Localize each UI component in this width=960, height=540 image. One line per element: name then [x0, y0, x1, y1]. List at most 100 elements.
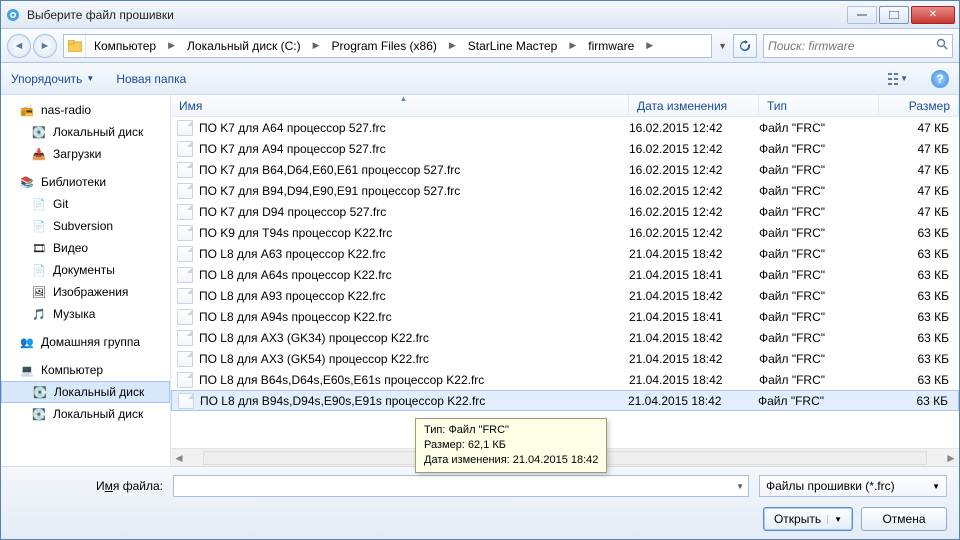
file-row[interactable]: ПО K7 для D94 процессор 527.frc16.02.201… [171, 201, 959, 222]
sidebar-item[interactable]: 💽Локальный диск [1, 121, 170, 143]
filename-input[interactable] [178, 479, 736, 493]
filter-text: Файлы прошивки (*.frc) [766, 479, 895, 493]
file-name: ПО L8 для B94s,D94s,E90s,E91s процессор … [200, 394, 485, 408]
close-button[interactable]: ✕ [911, 6, 955, 24]
sidebar-item-label: Локальный диск [54, 385, 144, 399]
file-date: 21.04.2015 18:42 [629, 352, 759, 366]
history-dropdown-icon[interactable]: ▼ [718, 41, 727, 51]
organize-menu[interactable]: Упорядочить ▼ [11, 72, 94, 86]
folder-icon: 💻 [19, 362, 35, 378]
file-row[interactable]: ПО K7 для B64,D64,E60,E61 процессор 527.… [171, 159, 959, 180]
file-row[interactable]: ПО L8 для A93 процессор K22.frc21.04.201… [171, 285, 959, 306]
file-size: 47 КБ [879, 121, 959, 135]
file-row[interactable]: ПО L8 для AX3 (GK34) процессор K22.frc21… [171, 327, 959, 348]
maximize-button[interactable] [879, 6, 909, 24]
nav-back-button[interactable]: ◄ [7, 34, 31, 58]
file-size: 63 КБ [879, 331, 959, 345]
open-button[interactable]: Открыть▼ [763, 507, 853, 531]
sidebar-item[interactable]: 📄Subversion [1, 215, 170, 237]
file-type: Файл "FRC" [759, 142, 879, 156]
breadcrumb-segment[interactable]: firmware [580, 35, 642, 57]
sidebar-item[interactable]: 📄Документы [1, 259, 170, 281]
filetype-filter[interactable]: Файлы прошивки (*.frc) ▼ [759, 475, 947, 497]
scroll-left-icon[interactable]: ◄ [171, 451, 187, 465]
sidebar-item[interactable]: 💻Компьютер [1, 359, 170, 381]
chevron-right-icon[interactable]: ▶ [445, 40, 460, 51]
file-date: 16.02.2015 12:42 [629, 142, 759, 156]
folder-icon: 📄 [31, 196, 47, 212]
breadcrumb-segment[interactable]: Компьютер [86, 35, 164, 57]
breadcrumb-segment[interactable]: Program Files (x86) [324, 35, 445, 57]
sidebar-item[interactable]: 📻nas-radio [1, 99, 170, 121]
search-icon [936, 38, 948, 53]
file-size: 63 КБ [879, 226, 959, 240]
file-row[interactable]: ПО L8 для B94s,D94s,E90s,E91s процессор … [171, 390, 959, 411]
file-name: ПО L8 для AX3 (GK34) процессор K22.frc [199, 331, 429, 345]
sidebar-item[interactable]: 🎵Музыка [1, 303, 170, 325]
file-date: 21.04.2015 18:42 [629, 373, 759, 387]
file-icon [177, 225, 193, 241]
open-split-icon[interactable]: ▼ [827, 515, 842, 524]
new-folder-button[interactable]: Новая папка [116, 72, 186, 86]
file-list[interactable]: ПО K7 для A64 процессор 527.frc16.02.201… [171, 117, 959, 448]
breadcrumb-segment[interactable]: StarLine Мастер [460, 35, 566, 57]
file-row[interactable]: ПО K7 для A94 процессор 527.frc16.02.201… [171, 138, 959, 159]
tooltip-size: Размер: 62,1 КБ [424, 438, 598, 453]
minimize-button[interactable] [847, 6, 877, 24]
file-row[interactable]: ПО L8 для A64s процессор K22.frc21.04.20… [171, 264, 959, 285]
chevron-right-icon[interactable]: ▶ [309, 40, 324, 51]
breadcrumb[interactable]: Компьютер▶Локальный диск (C:)▶Program Fi… [63, 34, 712, 58]
search-input[interactable] [768, 39, 936, 53]
scroll-right-icon[interactable]: ► [943, 451, 959, 465]
file-size: 47 КБ [879, 142, 959, 156]
dialog-bottom: Имя файла: ▼ Файлы прошивки (*.frc) ▼ От… [1, 466, 959, 539]
sidebar-item[interactable]: 👥Домашняя группа [1, 331, 170, 353]
file-name: ПО K7 для B94,D94,E90,E91 процессор 527.… [199, 184, 460, 198]
file-row[interactable]: ПО L8 для A63 процессор K22.frc21.04.201… [171, 243, 959, 264]
chevron-right-icon[interactable]: ▶ [565, 40, 580, 51]
file-type: Файл "FRC" [759, 310, 879, 324]
view-menu-icon[interactable]: ▼ [887, 68, 909, 90]
filename-dropdown-icon[interactable]: ▼ [736, 482, 744, 491]
file-name: ПО L8 для A94s процессор K22.frc [199, 310, 392, 324]
help-icon[interactable]: ? [931, 70, 949, 88]
nav-forward-button[interactable]: ► [33, 34, 57, 58]
chevron-right-icon[interactable]: ▶ [164, 40, 179, 51]
refresh-button[interactable] [733, 34, 757, 58]
file-row[interactable]: ПО K9 для T94s процессор K22.frc16.02.20… [171, 222, 959, 243]
filter-dropdown-icon: ▼ [932, 482, 940, 491]
file-name: ПО L8 для AX3 (GK54) процессор K22.frc [199, 352, 429, 366]
column-size[interactable]: Размер [879, 95, 959, 116]
cancel-button[interactable]: Отмена [861, 507, 947, 531]
sidebar-item[interactable]: 🖼Изображения [1, 281, 170, 303]
file-row[interactable]: ПО L8 для AX3 (GK54) процессор K22.frc 21… [171, 348, 959, 369]
sidebar-item[interactable]: 💽Локальный диск [1, 403, 170, 425]
sidebar-item[interactable]: 🎞Видео [1, 237, 170, 259]
column-name[interactable]: Имя▲ [171, 95, 629, 116]
sidebar-item[interactable]: 📄Git [1, 193, 170, 215]
column-date[interactable]: Дата изменения [629, 95, 759, 116]
column-type[interactable]: Тип [759, 95, 879, 116]
file-icon [177, 246, 193, 262]
breadcrumb-segment[interactable]: Локальный диск (C:) [179, 35, 309, 57]
file-icon [177, 141, 193, 157]
file-list-pane: Имя▲ Дата изменения Тип Размер ПО K7 для… [171, 95, 959, 466]
file-size: 63 КБ [879, 289, 959, 303]
search-box[interactable] [763, 34, 953, 58]
file-type: Файл "FRC" [759, 163, 879, 177]
file-row[interactable]: ПО L8 для A94s процессор K22.frc 21.04.20… [171, 306, 959, 327]
file-name: ПО L8 для A63 процессор K22.frc [199, 247, 386, 261]
folder-icon: 📄 [31, 262, 47, 278]
file-row[interactable]: ПО K7 для A64 процессор 527.frc16.02.201… [171, 117, 959, 138]
folder-icon: 👥 [19, 334, 35, 350]
sidebar-item[interactable]: 📚Библиотеки [1, 171, 170, 193]
tooltip-type: Тип: Файл "FRC" [424, 423, 598, 438]
file-row[interactable]: ПО L8 для B64s,D64s,E60s,E61s процессор … [171, 369, 959, 390]
file-row[interactable]: ПО K7 для B94,D94,E90,E91 процессор 527.… [171, 180, 959, 201]
sidebar-item[interactable]: 📥Загрузки [1, 143, 170, 165]
filename-combo[interactable]: ▼ [173, 475, 749, 497]
sidebar-item[interactable]: 💽Локальный диск [1, 381, 170, 403]
file-size: 47 КБ [879, 163, 959, 177]
file-date: 21.04.2015 18:41 [629, 310, 759, 324]
chevron-right-icon[interactable]: ▶ [642, 40, 657, 51]
